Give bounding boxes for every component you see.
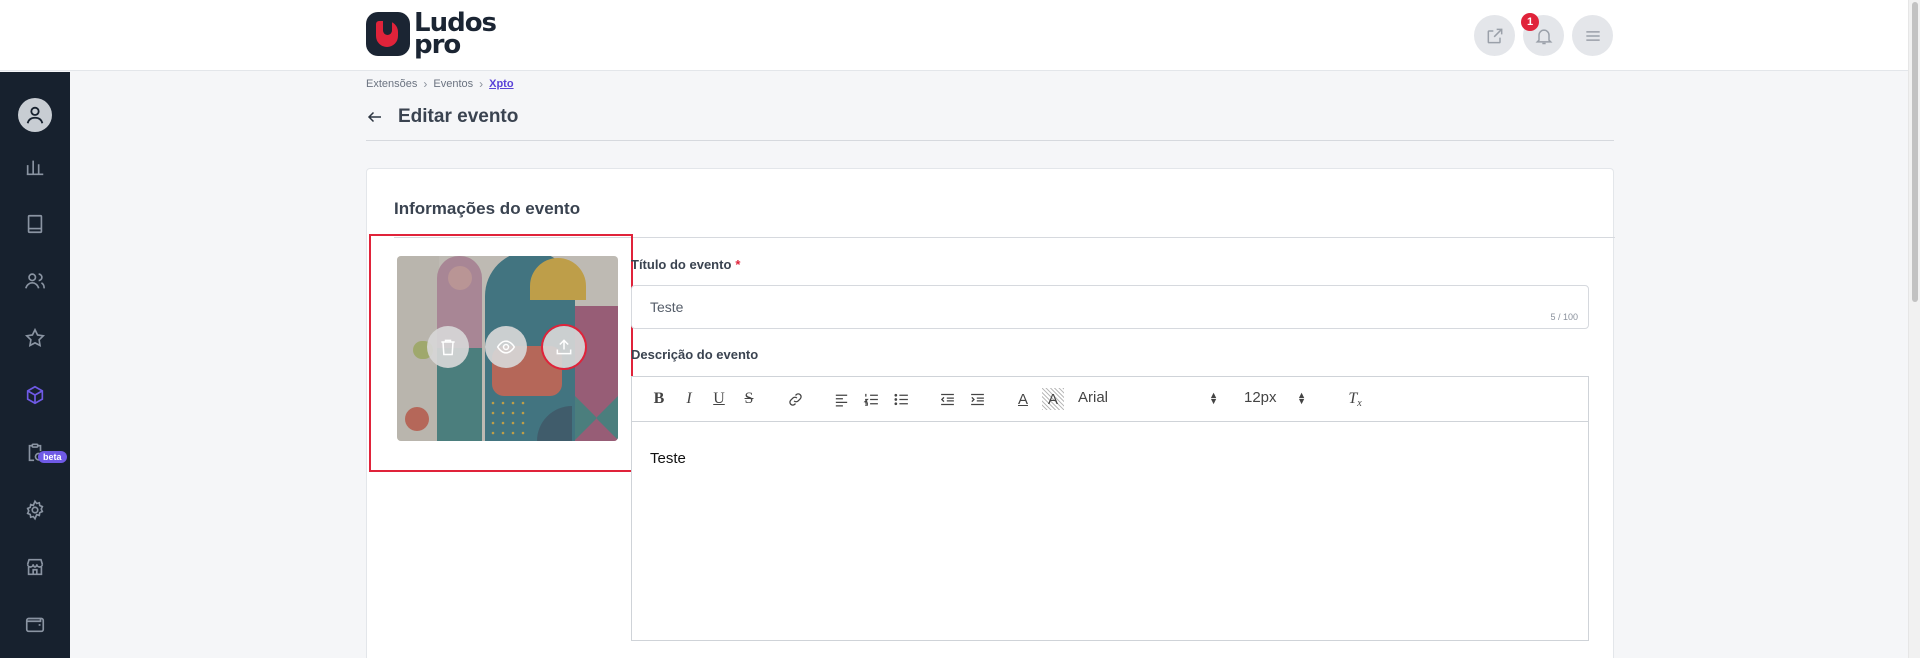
trash-icon [441,339,455,356]
font-size-value: 12px [1244,389,1277,406]
editor-toolbar: B I U S A A Arial ▲ ▼ 12px ▲ ▼ T x [632,377,1588,422]
breadcrumb-events[interactable]: Eventos [433,78,473,90]
title-field-label: Título do evento * [631,257,740,272]
font-size-select[interactable]: 12px ▲ ▼ [1244,389,1306,406]
book-icon [27,214,43,234]
eye-icon [496,340,516,354]
header-actions: 1 [1474,13,1613,56]
top-header: Ludos pro 1 [0,0,1908,71]
user-icon [26,106,44,124]
delete-image-button[interactable] [427,326,469,368]
image-actions [427,326,585,368]
link-icon[interactable] [784,388,806,410]
align-icon[interactable] [830,388,852,410]
store-icon [26,558,44,576]
sidebar-item-extensions[interactable] [23,383,47,407]
ludos-pro-logo[interactable]: Ludos pro [366,10,497,58]
required-mark: * [735,257,741,272]
outdent-icon[interactable] [936,388,958,410]
event-info-card: Informações do evento Título do evento *… [366,168,1615,658]
upload-icon [556,339,572,355]
sidebar: beta [0,72,70,658]
external-link-button[interactable] [1474,15,1515,56]
bar-chart-icon [26,160,44,176]
bold-icon[interactable]: B [648,388,670,410]
scrollbar-thumb[interactable] [1912,2,1918,302]
card-title: Informações do evento [394,199,581,218]
page-header: Editar evento [366,106,1614,141]
gear-icon [26,499,44,521]
event-title-field[interactable]: 5 / 100 [631,285,1589,329]
preview-image-button[interactable] [485,326,527,368]
beta-badge: beta [38,451,67,463]
arrow-left-icon [367,111,381,123]
sidebar-item-settings[interactable] [23,498,47,522]
breadcrumb-current[interactable]: Xpto [489,78,513,90]
event-title-input[interactable] [650,299,1530,315]
text-color-icon[interactable]: A [1012,388,1034,410]
sidebar-item-dashboard[interactable] [23,155,47,179]
bell-icon [1535,28,1552,44]
background-color-icon[interactable]: A [1042,388,1064,410]
event-image[interactable] [397,256,618,441]
star-icon [24,327,46,348]
logo-wordmark: Ludos pro [414,10,497,58]
select-arrows-icon: ▲ ▼ [1209,389,1218,406]
sidebar-item-users[interactable] [23,269,47,293]
event-image-section [369,234,633,472]
rich-text-editor[interactable]: B I U S A A Arial ▲ ▼ 12px ▲ ▼ T x Teste [631,376,1589,641]
indent-icon[interactable] [966,388,988,410]
users-icon [25,273,45,289]
upload-image-button[interactable] [543,326,585,368]
wallet-icon [25,617,45,633]
clear-format-icon[interactable]: Tx [1344,388,1366,410]
notification-badge: 1 [1521,13,1539,31]
select-arrows-icon: ▲ ▼ [1297,389,1306,406]
sidebar-item-store[interactable] [23,555,47,579]
ordered-list-icon[interactable] [860,388,882,410]
notifications-button[interactable]: 1 [1521,13,1564,56]
user-avatar[interactable] [18,98,52,132]
external-link-icon [1487,28,1502,43]
underline-icon[interactable]: U [708,388,730,410]
character-counter: 5 / 100 [1550,312,1578,322]
breadcrumb-extensions[interactable]: Extensões [366,78,417,90]
back-button[interactable] [366,108,386,128]
sidebar-item-courses[interactable] [23,212,47,236]
title-label-text: Título do evento [631,257,732,272]
hamburger-icon [1585,30,1600,41]
font-family-value: Arial [1078,389,1109,406]
description-field-label: Descrição do evento [631,347,759,362]
chevron-right-icon: › [423,77,428,91]
bullet-list-icon[interactable] [890,388,912,410]
strikethrough-icon[interactable]: S [738,388,760,410]
editor-content[interactable]: Teste [632,422,1588,495]
font-family-select[interactable]: Arial ▲ ▼ [1078,389,1218,406]
chevron-right-icon: › [479,77,484,91]
page-scrollbar[interactable] [1908,0,1920,658]
sidebar-item-wallet[interactable] [23,612,47,636]
italic-icon[interactable]: I [678,388,700,410]
menu-button[interactable] [1572,15,1613,56]
cube-icon [26,385,44,405]
breadcrumb: Extensões › Eventos › Xpto [366,77,514,91]
logo-mark-icon [366,12,410,56]
page-title: Editar evento [398,106,519,127]
sidebar-item-favorites[interactable] [23,326,47,350]
